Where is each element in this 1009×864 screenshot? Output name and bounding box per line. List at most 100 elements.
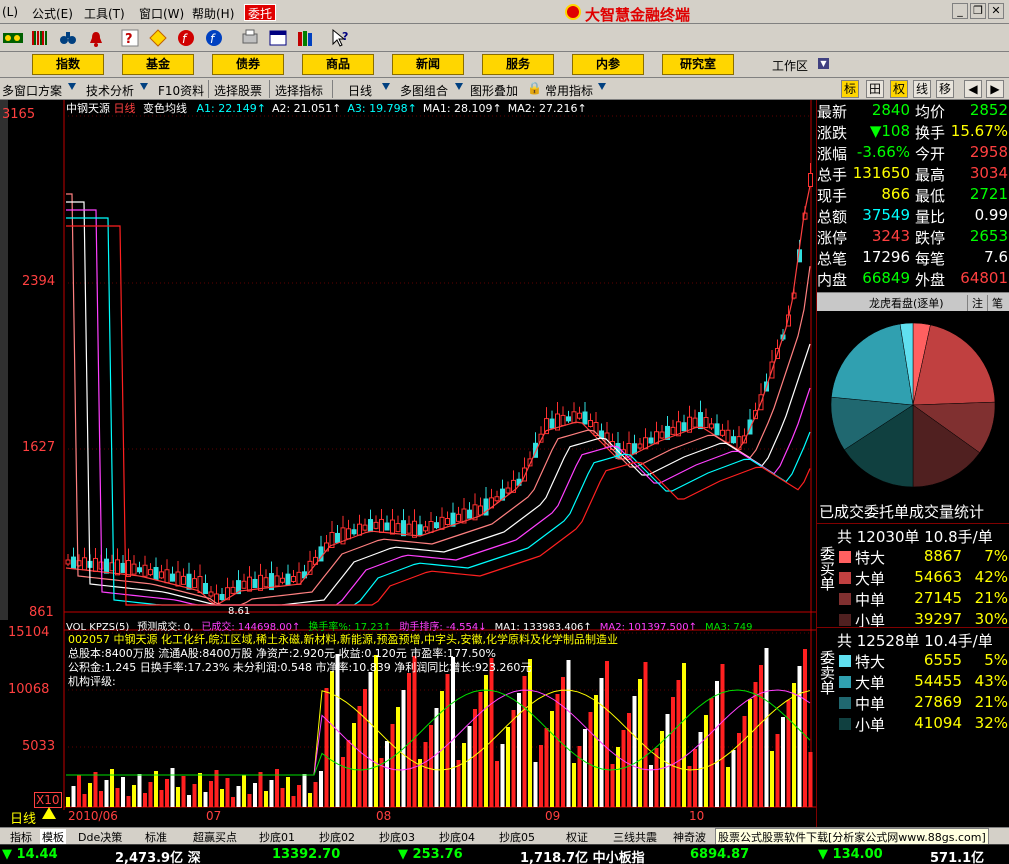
menu-item-tools[interactable]: 工具(T) <box>84 5 125 22</box>
tab-biao[interactable]: 标 <box>841 80 859 98</box>
workspace-dropdown-icon[interactable]: ▼ <box>818 58 829 69</box>
indicator-tab[interactable]: 标准 <box>145 829 167 845</box>
cat-research[interactable]: 研究室 <box>662 54 734 75</box>
select-indicator[interactable]: 选择指标 <box>275 82 323 99</box>
cat-commodity[interactable]: 商品 <box>302 54 374 75</box>
tab-xian[interactable]: 线 <box>913 80 931 98</box>
cat-service[interactable]: 服务 <box>482 54 554 75</box>
cat-index[interactable]: 指数 <box>32 54 104 75</box>
volume-bar <box>247 794 252 807</box>
cat-insider[interactable]: 内参 <box>572 54 644 75</box>
f10-info[interactable]: F10资料 <box>158 82 204 99</box>
multi-chart-combo[interactable]: 多图组合 <box>400 82 448 99</box>
f-red-icon[interactable]: f <box>176 28 196 48</box>
kline-chart-svg[interactable] <box>0 100 816 827</box>
candle-body <box>549 418 555 429</box>
scroll-right-icon[interactable]: ▶ <box>986 80 1004 98</box>
tech-analysis[interactable]: 技术分析 <box>86 82 134 99</box>
volume-bar <box>198 773 202 807</box>
cat-news[interactable]: 新闻 <box>392 54 464 75</box>
indicator-tab[interactable]: 指标 <box>10 829 32 845</box>
menu-bar: (L) 公式(E) 工具(T) 窗口(W) 帮助(H) 委托 大智慧金融终端 _… <box>0 0 1009 24</box>
books-icon[interactable] <box>296 28 316 48</box>
indicator-tab[interactable]: 抄底01 <box>259 829 295 845</box>
close-icon[interactable]: ✕ <box>988 3 1004 19</box>
tab-quan[interactable]: 权 <box>890 80 908 98</box>
common-indicator[interactable]: 常用指标 <box>545 82 593 99</box>
dragon-tab-zhu[interactable]: 注 <box>967 295 983 311</box>
print-icon[interactable] <box>240 28 260 48</box>
dropdown-arrow-icon[interactable] <box>140 83 148 90</box>
vol-header-item: 预测成交: 0, <box>137 622 194 631</box>
volume-bar <box>786 700 791 807</box>
cat-bond[interactable]: 债券 <box>212 54 284 75</box>
scroll-left-icon[interactable]: ◀ <box>964 80 982 98</box>
cat-fund[interactable]: 基金 <box>122 54 194 75</box>
diamond-icon[interactable] <box>148 28 168 48</box>
menu-item-l[interactable]: (L) <box>2 5 18 19</box>
overlay-chart[interactable]: 图形叠加 <box>470 82 518 99</box>
candle-body <box>285 573 291 586</box>
kline-chart-area[interactable]: 中钢天源 日线 变色均线 A1: 22.149↑ A2: 21.051↑ A3: 1… <box>0 100 816 827</box>
volume-header: VOL KPZS(5) 预测成交: 0, 已成交: 144698.00↑ 换手率%: … <box>66 618 811 631</box>
menu-item-help[interactable]: 帮助(H) <box>192 5 234 22</box>
order-name: 小单 <box>855 716 886 734</box>
candle-body <box>192 578 197 589</box>
indicator-tab[interactable]: Dde决策 <box>78 829 122 845</box>
period-arrow-icon[interactable] <box>42 807 56 819</box>
bell-icon[interactable] <box>86 28 106 48</box>
multi-window-scheme[interactable]: 多窗口方案 <box>2 82 62 99</box>
menu-item-formula[interactable]: 公式(E) <box>32 5 73 22</box>
window-icon[interactable] <box>268 28 288 48</box>
indicator-tab[interactable]: 三线共震 <box>613 829 657 845</box>
lock-icon[interactable]: 🔒 <box>527 81 542 95</box>
f-blue-icon[interactable]: f <box>204 28 224 48</box>
order-side-label: 委卖单 <box>818 650 836 695</box>
tab-grid[interactable]: 田 <box>866 80 884 98</box>
restore-icon[interactable]: ❐ <box>970 3 986 19</box>
dropdown-arrow-icon[interactable] <box>68 83 76 90</box>
weituo-button[interactable]: 委托 <box>244 4 277 21</box>
indicator-tab[interactable]: 抄底03 <box>379 829 415 845</box>
quote-value: 2653 <box>969 227 1008 245</box>
candle-body <box>241 580 247 589</box>
quote-value: 7.6 <box>984 248 1008 266</box>
candle-body <box>247 576 252 592</box>
flag-icon[interactable]: ? <box>120 28 140 48</box>
period-tag[interactable]: 日线 <box>10 808 36 827</box>
left-sidebar[interactable] <box>0 100 8 620</box>
indicator-tab[interactable]: 抄底02 <box>319 829 355 845</box>
help-pointer-icon[interactable]: ? <box>330 28 350 48</box>
order-name: 大单 <box>855 674 886 692</box>
dragon-tab-bi[interactable]: 笔 <box>987 295 1003 311</box>
market-icon[interactable] <box>2 28 24 48</box>
volume-bar <box>165 779 169 807</box>
indicator-tab[interactable]: 抄底05 <box>499 829 535 845</box>
indicator-tab[interactable]: 超赢买点 <box>193 829 237 845</box>
tab-yi[interactable]: 移 <box>936 80 954 98</box>
candle-body <box>142 564 148 577</box>
indicator-tab[interactable]: 抄底04 <box>439 829 475 845</box>
dropdown-arrow-icon[interactable] <box>598 83 606 90</box>
binoculars-icon[interactable] <box>58 28 78 48</box>
indicator-name[interactable]: 变色均线 <box>143 102 187 115</box>
indicator-tab[interactable]: 模板 <box>40 829 66 845</box>
candle-body <box>406 523 412 534</box>
dropdown-arrow-icon[interactable] <box>382 83 390 90</box>
candle-body <box>291 575 296 582</box>
candle-body <box>93 557 98 572</box>
indicator-tab[interactable]: 神奇波 <box>673 829 706 845</box>
select-stock[interactable]: 选择股票 <box>214 82 262 99</box>
daily-period[interactable]: 日线 <box>348 82 372 99</box>
dragon-title[interactable]: 龙虎看盘(逐单) <box>869 295 944 311</box>
indicator-tab[interactable]: 权证 <box>566 829 588 845</box>
candle-body <box>637 443 643 449</box>
minimize-icon[interactable]: _ <box>952 3 968 19</box>
barcode-icon[interactable] <box>30 28 50 48</box>
status-item: ▼ 134.00 <box>818 847 883 862</box>
menu-item-window[interactable]: 窗口(W) <box>139 5 184 22</box>
order-pct: 43% <box>974 672 1008 690</box>
sell-orders-block: 委卖单共 12528单 10.4手/单 特大 6555 5% 大单 54455 43% 中单 2… <box>817 627 1009 734</box>
dropdown-arrow-icon[interactable] <box>455 83 463 90</box>
workspace-label[interactable]: 工作区 <box>772 57 808 74</box>
